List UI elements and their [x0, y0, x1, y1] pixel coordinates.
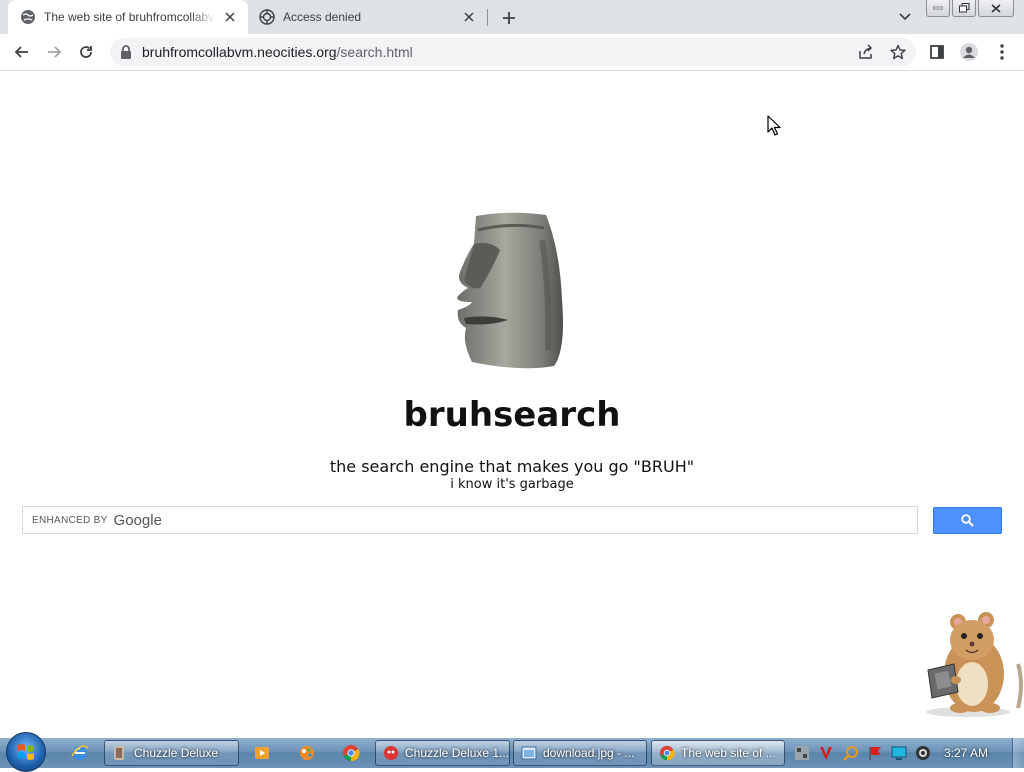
taskbar-clock[interactable]: 3:27 AM: [944, 746, 988, 760]
arrow-right-icon: [48, 46, 62, 58]
menu-button[interactable]: [990, 40, 1014, 64]
forward-button[interactable]: [42, 40, 66, 64]
shield-icon: [259, 9, 275, 25]
tray-network-icon[interactable]: [793, 744, 811, 762]
tray-volume-icon[interactable]: [914, 744, 932, 762]
star-icon: [890, 44, 906, 60]
bookmark-button[interactable]: [888, 42, 908, 62]
share-button[interactable]: [856, 42, 876, 62]
tab-strip: The web site of bruhfromcollabvm Access …: [0, 0, 1024, 34]
chrome-icon: [659, 745, 675, 761]
share-icon: [859, 44, 873, 59]
side-panel-button[interactable]: [925, 40, 949, 64]
moai-head-image: [457, 212, 563, 369]
taskbar-item-label: download.jpg - ...: [543, 746, 635, 760]
plus-icon: [503, 12, 515, 24]
chuzzle-icon: [114, 746, 124, 760]
tray-display-icon[interactable]: [890, 744, 908, 762]
tab-bruhfromcollabvm[interactable]: The web site of bruhfromcollabvm: [8, 0, 248, 34]
page-title: bruhsearch: [403, 395, 621, 435]
mouse-cursor-icon: [767, 115, 781, 136]
minimize-button[interactable]: [926, 0, 950, 17]
taskbar-item-chrome[interactable]: The web site of ...: [651, 740, 785, 766]
search-button[interactable]: [933, 507, 1002, 534]
restore-button[interactable]: [952, 0, 976, 17]
globe-icon: [21, 10, 35, 24]
side-panel-icon: [930, 45, 944, 59]
show-desktop-button[interactable]: [1012, 738, 1024, 768]
restore-icon: [958, 3, 969, 13]
chrome-quicklaunch-icon[interactable]: [341, 743, 361, 763]
address-bar[interactable]: bruhfromcollabvm.neocities.org/search.ht…: [110, 38, 916, 66]
profile-icon: [960, 43, 978, 61]
chuzzle-icon: [384, 746, 398, 760]
lock-icon[interactable]: [118, 44, 134, 60]
google-brand-label: Google: [113, 511, 162, 529]
start-button[interactable]: [6, 732, 46, 772]
internet-explorer-icon[interactable]: [70, 743, 90, 763]
taskbar-item-label: Chuzzle Deluxe 1...: [405, 746, 510, 760]
media-player-icon[interactable]: [252, 743, 272, 763]
tab-title: Access denied: [283, 10, 362, 24]
minimize-icon: [933, 6, 943, 10]
arrow-left-icon: [14, 46, 28, 58]
close-tab-icon[interactable]: [222, 9, 238, 25]
close-tab-icon[interactable]: [461, 9, 477, 25]
page-tagline: the search engine that makes you go "BRU…: [329, 457, 695, 476]
tab-title: The web site of bruhfromcollabvm: [44, 10, 216, 24]
tab-search-button[interactable]: [895, 8, 915, 26]
paint-app-icon[interactable]: [297, 743, 317, 763]
taskbar-item-chuzzle-2[interactable]: Chuzzle Deluxe 1...: [375, 740, 510, 766]
page-subtitle: i know it's garbage: [450, 477, 574, 492]
taskbar-item-chuzzle[interactable]: Chuzzle Deluxe: [104, 740, 239, 766]
enhanced-by-label: ENHANCED BY: [32, 514, 108, 526]
kebab-menu-icon: [1000, 44, 1004, 60]
tray-flag-icon[interactable]: [866, 744, 884, 762]
windows-taskbar: Chuzzle Deluxe Chuzzle Deluxe 1... downl…: [0, 732, 1024, 772]
url-host: bruhfromcollabvm.neocities.org: [142, 44, 337, 60]
hamster-mascot-image: [926, 612, 1023, 717]
tray-search-icon[interactable]: [842, 744, 860, 762]
paint-icon: [521, 746, 537, 760]
taskbar-item-download-jpg[interactable]: download.jpg - ...: [513, 740, 647, 766]
taskbar-item-label: Chuzzle Deluxe: [134, 746, 219, 760]
tab-access-denied[interactable]: Access denied: [247, 0, 487, 34]
search-box[interactable]: ENHANCED BY Google: [22, 506, 918, 534]
windows-logo-icon: [18, 744, 34, 760]
reload-button[interactable]: [74, 40, 98, 64]
window-controls: [924, 0, 1014, 17]
search-input[interactable]: [183, 509, 907, 533]
new-tab-button[interactable]: [499, 8, 519, 28]
reload-icon: [80, 46, 92, 58]
close-window-button[interactable]: [978, 0, 1014, 17]
url-path: /search.html: [336, 44, 413, 60]
tab-separator: [487, 9, 488, 26]
url-text[interactable]: bruhfromcollabvm.neocities.org/search.ht…: [142, 44, 413, 60]
search-icon: [961, 514, 974, 527]
chevron-down-icon: [899, 13, 911, 21]
tray-v-icon[interactable]: [817, 744, 835, 762]
profile-button[interactable]: [957, 40, 981, 64]
close-icon: [991, 3, 1001, 13]
back-button[interactable]: [10, 40, 34, 64]
taskbar-item-label: The web site of ...: [681, 746, 776, 760]
